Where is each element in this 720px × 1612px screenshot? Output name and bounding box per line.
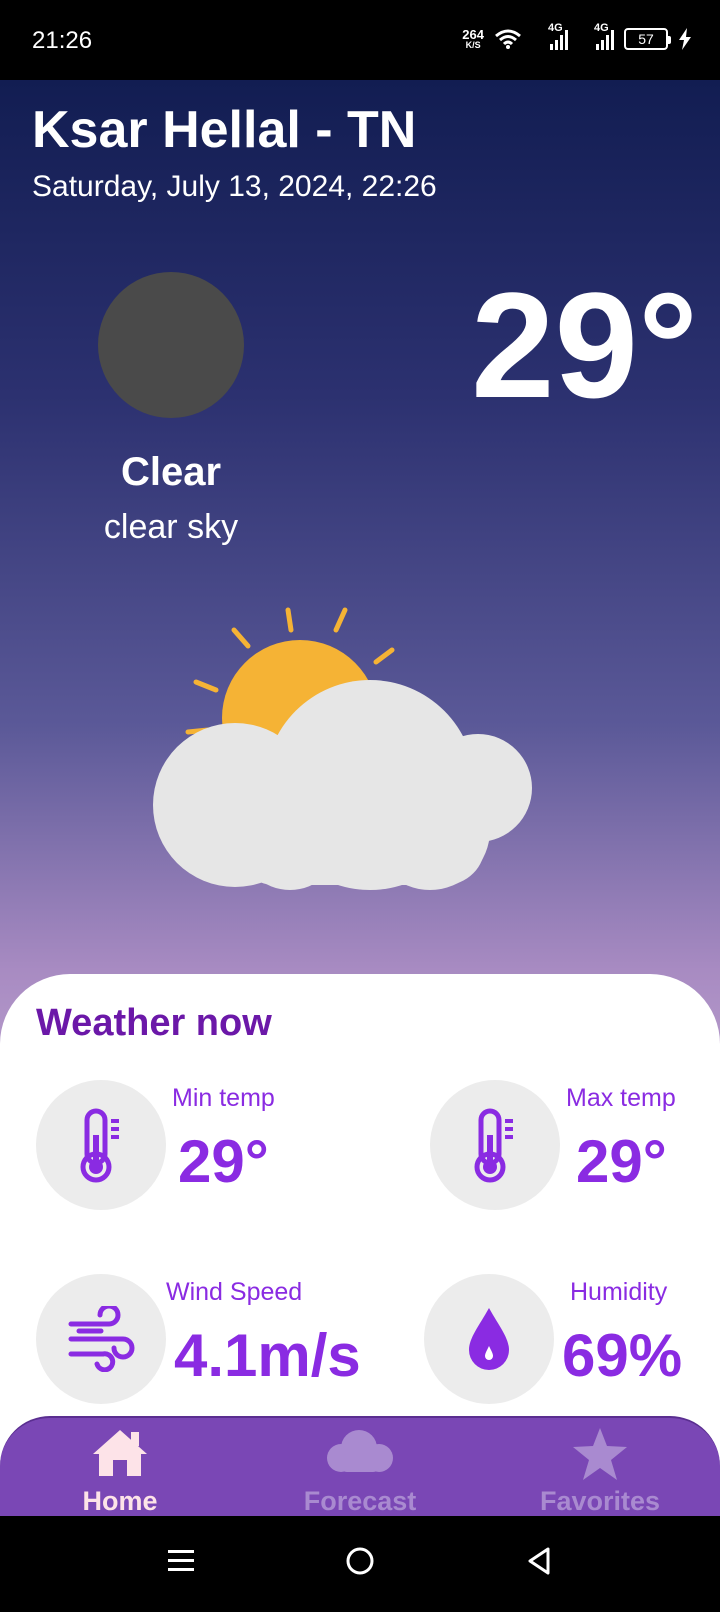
humidity-icon-circle xyxy=(424,1274,554,1404)
humidity-label: Humidity xyxy=(570,1278,668,1306)
battery-icon: 57 xyxy=(624,28,671,50)
status-icons: 264 K/S 4G 4G 57 xyxy=(462,22,692,56)
water-drop-icon xyxy=(469,1308,509,1370)
weather-now-title: Weather now xyxy=(36,1002,272,1044)
home-icon xyxy=(93,1430,147,1476)
condition-main: Clear xyxy=(120,450,222,494)
network-speed-unit: K/S xyxy=(465,40,481,50)
max-temp-value: 29° xyxy=(576,1128,667,1195)
nav-item-forecast[interactable]: Forecast xyxy=(240,1418,480,1518)
back-icon[interactable] xyxy=(524,1546,554,1576)
min-temp-value: 29° xyxy=(178,1128,269,1195)
star-icon xyxy=(573,1428,627,1480)
min-temp-label: Min temp xyxy=(172,1084,275,1112)
wind-icon-circle xyxy=(36,1274,166,1404)
thermometer-icon xyxy=(474,1108,513,1183)
status-bar: 21:26 264 K/S 4G 4G 57 xyxy=(0,0,720,80)
wind-speed-value: 4.1m/s xyxy=(174,1322,361,1389)
status-time: 21:26 xyxy=(32,27,93,54)
cloud-icon xyxy=(327,1430,393,1472)
nav-item-home[interactable]: Home xyxy=(0,1418,240,1518)
thermometer-icon xyxy=(80,1108,119,1183)
nav-label-home: Home xyxy=(82,1486,158,1516)
nav-item-favorites[interactable]: Favorites xyxy=(480,1418,720,1518)
bottom-navigation: Home Forecast Favorites xyxy=(0,1416,720,1516)
max-temp-icon-circle xyxy=(430,1080,560,1210)
humidity-value: 69% xyxy=(562,1322,683,1389)
wifi-icon xyxy=(495,29,521,49)
charging-icon xyxy=(679,28,691,50)
partly-cloudy-icon xyxy=(153,607,532,890)
condition-icon xyxy=(98,272,244,418)
date-time: Saturday, July 13, 2024, 22:26 xyxy=(32,170,437,203)
wind-speed-label: Wind Speed xyxy=(166,1278,303,1306)
system-navigation-bar xyxy=(0,1516,720,1612)
network-speed: 264 K/S xyxy=(462,28,484,50)
home-circle-icon[interactable] xyxy=(345,1546,375,1576)
battery-level: 57 xyxy=(638,31,654,47)
condition-description: clear sky xyxy=(103,508,239,546)
max-temp-label: Max temp xyxy=(566,1084,676,1112)
min-temp-icon-circle xyxy=(36,1080,166,1210)
city-name: Ksar Hellal - TN xyxy=(32,101,417,159)
current-temperature: 29° xyxy=(471,261,698,429)
wind-icon xyxy=(68,1306,135,1372)
menu-icon[interactable] xyxy=(166,1546,196,1576)
nav-label-forecast: Forecast xyxy=(303,1486,417,1516)
nav-label-favorites: Favorites xyxy=(539,1486,661,1516)
signal-strength-1-icon: 4G xyxy=(532,22,568,50)
signal-strength-2-icon: 4G xyxy=(578,22,614,50)
